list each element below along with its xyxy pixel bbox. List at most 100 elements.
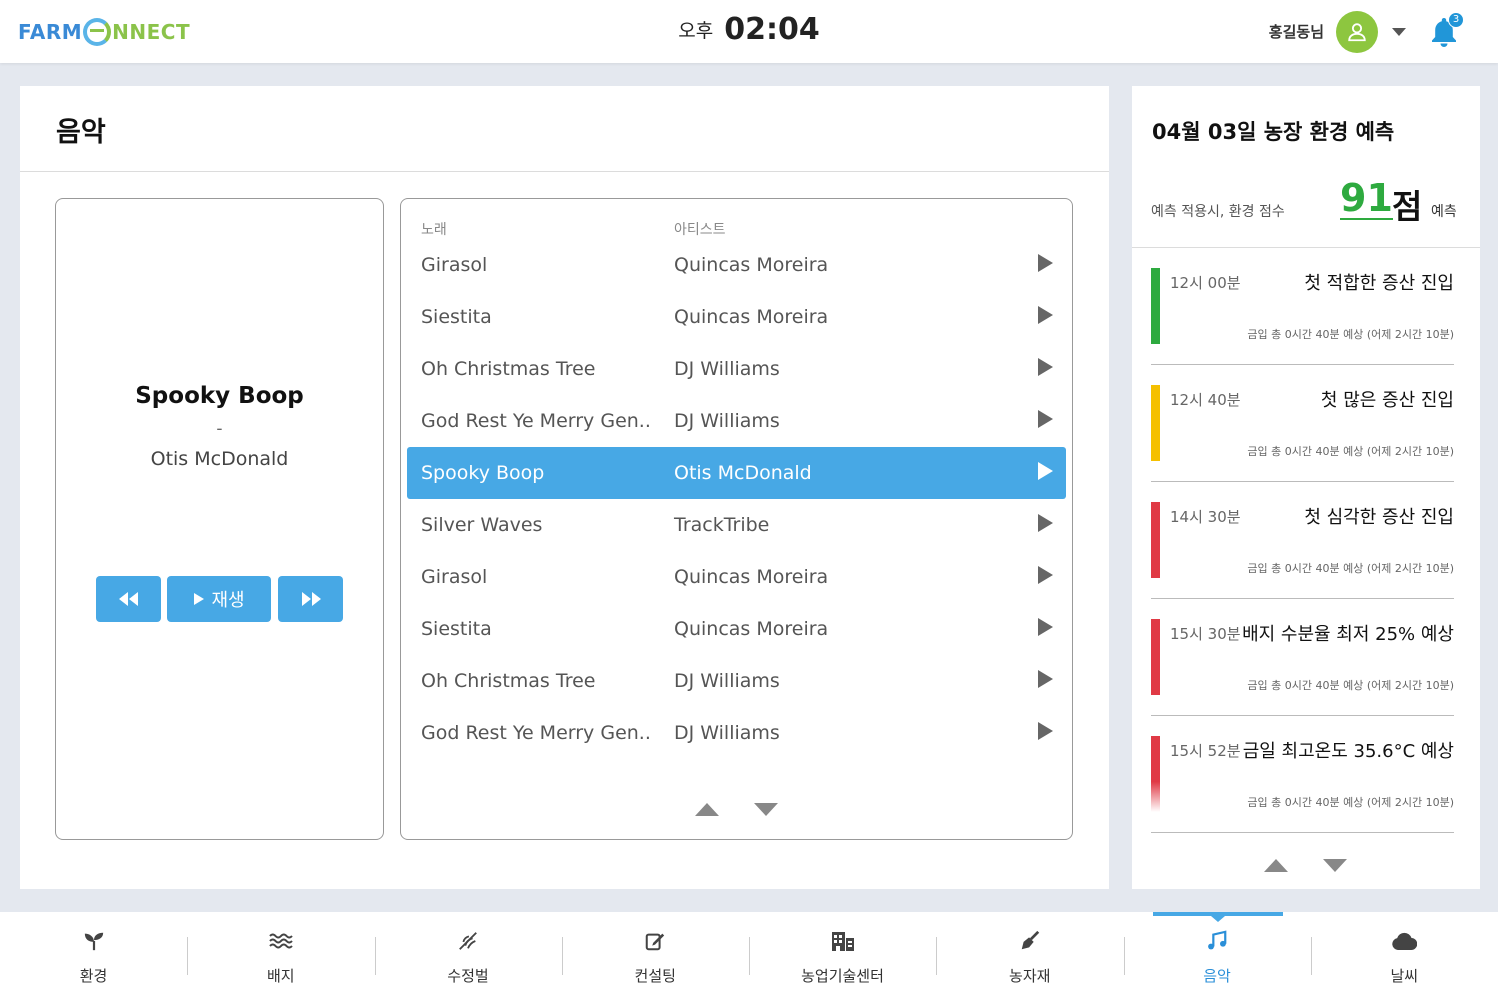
- nav-item-label: 농자재: [1009, 967, 1051, 985]
- chevron-down-icon[interactable]: [1392, 27, 1406, 36]
- rewind-icon: [118, 592, 138, 606]
- top-header: FARM NNECT 오후 02:04 홍길동님 3: [0, 0, 1498, 63]
- divider: [1151, 715, 1454, 716]
- now-playing-song: Spooky Boop: [135, 383, 304, 409]
- building-icon: [749, 928, 936, 954]
- track-row[interactable]: Siestita Quincas Moreira: [407, 291, 1066, 343]
- track-song: Siestita: [421, 618, 492, 640]
- nav-item-label: 날씨: [1390, 967, 1419, 985]
- scroll-down-icon[interactable]: [754, 803, 778, 816]
- track-song: Spooky Boop: [421, 462, 545, 484]
- nav-item-label: 수정벌: [447, 967, 489, 985]
- forecast-alert: 12시 00분 첫 적합한 증산 진입 금입 총 0시간 40분 예상 (어제 2시…: [1151, 268, 1454, 365]
- nav-item[interactable]: 환경: [0, 912, 187, 1000]
- track-row[interactable]: Girasol Quincas Moreira: [407, 239, 1066, 291]
- play-icon[interactable]: [1038, 670, 1053, 688]
- nav-separator: [936, 937, 937, 975]
- nav-item[interactable]: 컨설팅: [562, 912, 749, 1000]
- alert-time: 12시 40분: [1170, 391, 1241, 409]
- alert-title: 배지 수분율 최저 25% 예상: [1242, 624, 1454, 645]
- alerts-scroll-down-icon[interactable]: [1323, 859, 1347, 872]
- notification-bell[interactable]: 3: [1430, 11, 1464, 48]
- track-artist: Quincas Moreira: [674, 618, 829, 640]
- track-artist: DJ Williams: [674, 358, 780, 380]
- nav-item[interactable]: 날씨: [1311, 912, 1498, 1000]
- forecast-subtitle: 예측 적용시, 환경 점수: [1151, 204, 1285, 220]
- track-artist: Quincas Moreira: [674, 306, 829, 328]
- alert-level-bar: [1151, 385, 1160, 461]
- play-icon: [194, 593, 205, 605]
- alert-level-bar: [1151, 619, 1160, 695]
- now-playing-artist: Otis McDonald: [150, 448, 289, 470]
- track-row[interactable]: Siestita Quincas Moreira: [407, 603, 1066, 655]
- forecast-title: 04월 03일 농장 환경 예측: [1152, 120, 1395, 144]
- notification-badge: 3: [1448, 11, 1464, 28]
- previous-button[interactable]: [96, 576, 161, 622]
- alerts-scroll-up-icon[interactable]: [1264, 859, 1288, 872]
- score-unit: 점: [1392, 187, 1423, 226]
- play-icon[interactable]: [1038, 358, 1053, 376]
- track-artist: TrackTribe: [674, 514, 770, 536]
- avatar[interactable]: [1336, 10, 1378, 53]
- play-button-label: 재생: [211, 590, 245, 611]
- now-playing-separator: -: [216, 419, 223, 439]
- next-button[interactable]: [278, 576, 343, 622]
- track-row[interactable]: Oh Christmas Tree DJ Williams: [407, 655, 1066, 707]
- alert-level-bar: [1151, 502, 1160, 578]
- alert-description: 금입 총 0시간 40분 예상 (어제 2시간 10분): [1247, 445, 1454, 458]
- divider: [1132, 247, 1480, 248]
- track-row[interactable]: Spooky Boop Otis McDonald: [407, 447, 1066, 499]
- nav-item[interactable]: 배지: [187, 912, 374, 1000]
- bottom-nav: 환경 배지 수정벌 컨설팅 농업기술센터 농자재 음악 날씨: [0, 912, 1498, 1000]
- alert-description: 금입 총 0시간 40분 예상 (어제 2시간 10분): [1247, 562, 1454, 575]
- divider: [20, 171, 1109, 172]
- nav-item-label: 컨설팅: [634, 967, 676, 985]
- track-song: Girasol: [421, 254, 488, 276]
- track-song: God Rest Ye Merry Gen...: [421, 410, 651, 432]
- nav-item[interactable]: 수정벌: [375, 912, 562, 1000]
- user-area: 홍길동님 3: [1269, 0, 1498, 63]
- track-row[interactable]: God Rest Ye Merry Gen... DJ Williams: [407, 707, 1066, 759]
- bee-icon: [375, 928, 562, 954]
- nav-item[interactable]: 농자재: [936, 912, 1123, 1000]
- column-header-song: 노래: [421, 222, 447, 238]
- play-icon[interactable]: [1038, 254, 1053, 272]
- play-icon[interactable]: [1038, 722, 1053, 740]
- track-artist: DJ Williams: [674, 670, 780, 692]
- nav-separator: [1311, 937, 1312, 975]
- track-song: Girasol: [421, 566, 488, 588]
- now-playing-card: Spooky Boop - Otis McDonald 재생: [55, 198, 384, 840]
- alert-description: 금입 총 0시간 40분 예상 (어제 2시간 10분): [1247, 328, 1454, 341]
- scroll-up-icon[interactable]: [695, 803, 719, 816]
- play-icon[interactable]: [1038, 410, 1053, 428]
- track-list: 노래 아티스트 Girasol Quincas Moreira Siestita Qu…: [400, 198, 1073, 840]
- alert-level-bar: [1151, 268, 1160, 344]
- page-title: 음악: [56, 117, 106, 148]
- nav-item[interactable]: 음악: [1124, 912, 1311, 1000]
- cloud-icon: [1311, 928, 1498, 954]
- forecast-alert: 15시 30분 배지 수분율 최저 25% 예상 금입 총 0시간 40분 예상 (…: [1151, 619, 1454, 716]
- fast-forward-icon: [301, 592, 321, 606]
- play-icon[interactable]: [1038, 462, 1053, 480]
- nav-separator: [749, 937, 750, 975]
- forecast-panel: 04월 03일 농장 환경 예측 예측 적용시, 환경 점수 91 점 예측 1…: [1132, 86, 1480, 889]
- alert-title: 첫 적합한 증산 진입: [1304, 273, 1454, 294]
- nav-item[interactable]: 농업기술센터: [749, 912, 936, 1000]
- track-song: Siestita: [421, 306, 492, 328]
- track-row[interactable]: God Rest Ye Merry Gen... DJ Williams: [407, 395, 1066, 447]
- track-row[interactable]: Girasol Quincas Moreira: [407, 551, 1066, 603]
- play-icon[interactable]: [1038, 566, 1053, 584]
- alert-description: 금입 총 0시간 40분 예상 (어제 2시간 10분): [1247, 796, 1454, 809]
- user-name: 홍길동님: [1268, 23, 1324, 41]
- play-icon[interactable]: [1038, 618, 1053, 636]
- music-icon: [1124, 928, 1311, 954]
- play-icon[interactable]: [1038, 514, 1053, 532]
- column-header-artist: 아티스트: [674, 222, 726, 238]
- nav-item-label: 음악: [1203, 967, 1231, 985]
- play-icon[interactable]: [1038, 306, 1053, 324]
- play-button[interactable]: 재생: [167, 576, 271, 622]
- nav-separator: [187, 937, 188, 975]
- track-row[interactable]: Oh Christmas Tree DJ Williams: [407, 343, 1066, 395]
- track-row[interactable]: Silver Waves TrackTribe: [407, 499, 1066, 551]
- alert-title: 금일 최고온도 35.6°C 예상: [1242, 741, 1454, 762]
